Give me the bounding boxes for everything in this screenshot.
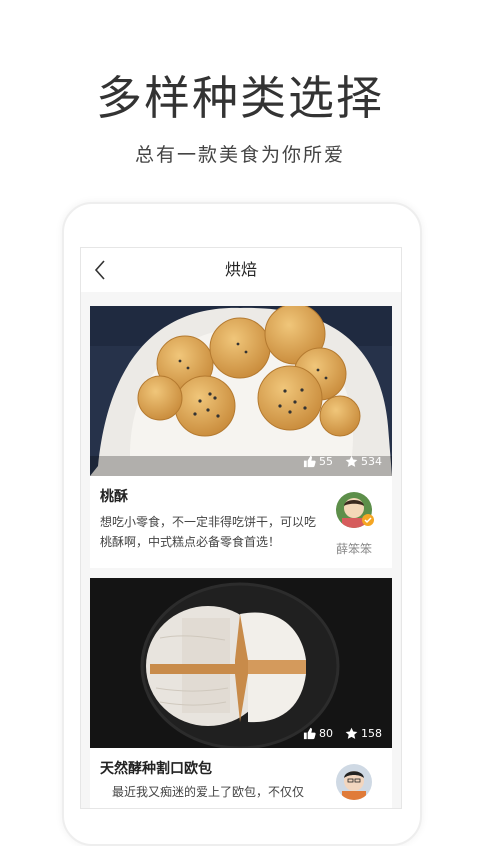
likes-count: 80 [319,727,333,740]
thumbs-up-icon [303,727,316,740]
thumbs-up-icon [303,455,316,468]
recipe-image: 80 158 [90,578,392,748]
favorites-stat: 534 [345,455,382,468]
recipe-card[interactable]: 80 158 天然酵种割口欧包 最近我又痴迷的爱上了欧包，不仅仅 [90,578,392,808]
favorites-stat: 158 [345,727,382,740]
favorites-count: 158 [361,727,382,740]
hero-subtitle: 总有一款美食为你所爱 [134,144,345,166]
recipe-image: 55 534 [90,306,392,476]
author-name[interactable]: 薛笨笨 [324,540,384,557]
likes-stat: 80 [303,727,333,740]
avatar[interactable] [336,764,372,800]
recipe-stats: 80 158 [295,727,382,740]
chevron-left-icon [94,260,105,280]
star-icon [345,455,358,467]
likes-count: 55 [319,455,333,468]
app-screen: 烘焙 55 534 桃酥 想吃小零食，不一定非得吃饼干，可以吃桃酥啊，中式糕点必… [80,247,402,809]
recipe-description: 最近我又痴迷的爱上了欧包，不仅仅 [112,785,305,799]
recipe-description: 想吃小零食，不一定非得吃饼干，可以吃桃酥啊，中式糕点必备零食首选！ [100,515,317,549]
recipe-title: 天然酵种割口欧包 [100,761,212,777]
hero-title: 多样种类选择 [96,71,384,125]
nav-bar: 烘焙 [81,248,401,292]
likes-stat: 55 [303,455,333,468]
recipe-title: 桃酥 [100,489,128,505]
favorites-count: 534 [361,455,382,468]
star-icon [345,727,358,739]
page-title: 烘焙 [224,260,257,279]
recipe-card[interactable]: 55 534 桃酥 想吃小零食，不一定非得吃饼干，可以吃桃酥啊，中式糕点必备零食… [90,306,392,568]
back-button[interactable] [87,256,115,284]
verified-badge-icon [362,514,374,526]
recipe-stats: 55 534 [295,455,382,468]
